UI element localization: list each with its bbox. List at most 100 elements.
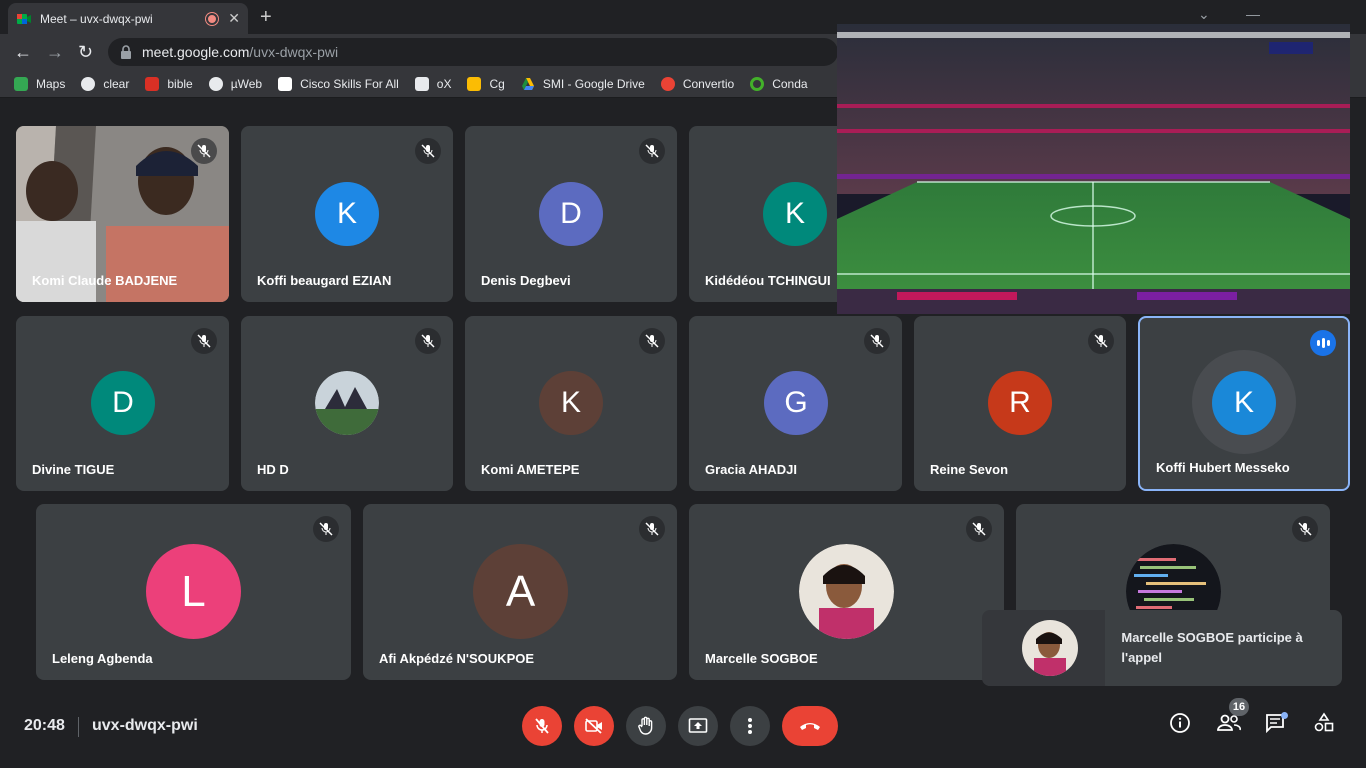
chat-notification-dot — [1281, 712, 1288, 719]
participant-tile[interactable]: R Reine Sevon — [914, 316, 1126, 491]
participant-tile[interactable]: K Koffi beaugard EZIAN — [241, 126, 453, 302]
participant-avatar: D — [91, 371, 155, 435]
mic-off-icon — [1292, 516, 1318, 542]
participant-tile[interactable]: K Komi AMETEPE — [465, 316, 677, 491]
participant-avatar: L — [146, 544, 241, 639]
speaking-indicator-icon — [1310, 330, 1336, 356]
participant-tile[interactable]: L Leleng Agbenda — [36, 504, 351, 680]
participant-name: Koffi Hubert Messeko — [1156, 460, 1290, 475]
mic-off-icon — [415, 138, 441, 164]
bible-icon — [145, 76, 160, 91]
mic-off-icon — [535, 718, 549, 734]
participant-avatar: D — [539, 182, 603, 246]
participant-tile[interactable]: Komi Claude BADJENE — [16, 126, 229, 302]
ox-icon — [414, 76, 429, 91]
present-icon — [688, 718, 708, 733]
participants-button[interactable] — [1216, 712, 1242, 739]
notification-image — [982, 610, 1106, 686]
bookmark-label: Conda — [772, 76, 808, 91]
participant-name: Koffi beaugard EZIAN — [257, 273, 392, 288]
lock-icon — [121, 45, 131, 59]
participant-photo-avatar — [315, 371, 379, 435]
bookmark-cg[interactable]: Cg — [467, 76, 505, 91]
bookmark-drive[interactable]: SMI - Google Drive — [521, 77, 645, 91]
bookmark-uweb[interactable]: µWeb — [208, 76, 263, 91]
participant-tile[interactable]: HD D — [241, 316, 453, 491]
forward-icon[interactable]: → — [46, 42, 64, 63]
bookmark-clear[interactable]: clear — [81, 76, 130, 91]
microphone-toggle-button[interactable] — [522, 706, 562, 746]
maps-icon — [14, 76, 28, 91]
present-screen-button[interactable] — [678, 706, 718, 746]
minimize-icon[interactable]: — — [1246, 6, 1260, 22]
meeting-control-bar: 20:48 uvx-dwqx-pwi — [0, 696, 1366, 768]
participant-name: Komi AMETEPE — [481, 462, 580, 477]
divider — [78, 717, 79, 737]
tab-title: Meet – uvx-dwqx-pwi — [40, 11, 153, 26]
url-host: meet.google.com — [142, 44, 250, 60]
participant-avatar: R — [988, 371, 1052, 435]
participant-tile[interactable]: Marcelle SOGBOE — [689, 504, 1004, 680]
participant-tile[interactable]: A Afi Akpédzé N'SOUKPOE — [363, 504, 677, 680]
convertio-icon — [660, 76, 675, 91]
participant-tile[interactable]: D Divine TIGUE — [16, 316, 229, 491]
bookmark-label: oX — [436, 76, 452, 91]
globe-icon — [81, 76, 96, 91]
bookmark-conda[interactable]: Conda — [750, 76, 808, 91]
participant-name: Kidédéou TCHINGUI — [705, 273, 831, 288]
mic-off-icon — [1088, 328, 1114, 354]
address-bar[interactable]: meet.google.com/uvx-dwqx-pwi — [108, 38, 838, 66]
notification-text: Marcelle SOGBOE participe à l'appel — [1121, 630, 1303, 665]
hand-icon — [638, 716, 653, 735]
bookmark-label: Convertio — [682, 76, 735, 91]
picture-in-picture-video[interactable] — [837, 24, 1350, 314]
participant-name: Reine Sevon — [930, 462, 1009, 477]
mic-off-icon — [313, 516, 339, 542]
mic-off-icon — [966, 516, 992, 542]
tab-meet[interactable]: Meet – uvx-dwqx-pwi ✕ — [8, 3, 248, 34]
meeting-details-button[interactable] — [1169, 712, 1191, 739]
bookmark-label: Cg — [489, 76, 505, 91]
bookmark-label: bible — [167, 76, 193, 91]
leave-call-button[interactable] — [782, 706, 838, 746]
bookmark-label: SMI - Google Drive — [542, 76, 645, 91]
bookmark-label: Maps — [36, 76, 66, 91]
participant-name: Marcelle SOGBOE — [705, 651, 818, 666]
meeting-code: uvx-dwqx-pwi — [92, 717, 198, 734]
activities-icon — [1314, 712, 1334, 732]
participant-tile[interactable]: G Gracia AHADJI — [689, 316, 902, 491]
bookmark-convertio[interactable]: Convertio — [660, 76, 735, 91]
bookmark-label: µWeb — [230, 76, 263, 91]
participant-name: Leleng Agbenda — [52, 651, 153, 666]
activities-button[interactable] — [1313, 712, 1335, 739]
google-drive-icon — [521, 77, 534, 90]
participant-avatar: K — [539, 371, 603, 435]
reload-icon[interactable]: ↻ — [78, 42, 93, 63]
camera-toggle-button[interactable] — [574, 706, 614, 746]
mic-off-icon — [639, 516, 665, 542]
bookmark-maps[interactable]: Maps — [14, 76, 66, 91]
tab-search-icon[interactable]: ⌄ — [1198, 6, 1210, 23]
participant-tile-speaking[interactable]: K Koffi Hubert Messeko — [1138, 316, 1350, 491]
mic-off-icon — [639, 328, 665, 354]
more-vert-icon — [748, 718, 752, 734]
bookmark-bible[interactable]: bible — [145, 76, 193, 91]
raise-hand-button[interactable] — [626, 706, 666, 746]
close-tab-icon[interactable]: ✕ — [228, 10, 240, 27]
url-path: /uvx-dwqx-pwi — [249, 44, 339, 60]
bookmark-label: Cisco Skills For All — [300, 76, 399, 91]
meeting-time: 20:48 — [24, 717, 65, 734]
participant-name: Afi Akpédzé N'SOUKPOE — [379, 651, 535, 666]
bookmark-label: clear — [103, 76, 130, 91]
participant-tile[interactable]: D Denis Degbevi — [465, 126, 677, 302]
bookmark-ox[interactable]: oX — [414, 76, 452, 91]
participant-name: Komi Claude BADJENE — [32, 273, 178, 288]
bookmark-cisco[interactable]: Cisco Skills For All — [278, 76, 399, 91]
participant-name: HD D — [257, 462, 289, 477]
meet-favicon-icon — [17, 13, 31, 24]
more-options-button[interactable] — [730, 706, 770, 746]
mic-off-icon — [639, 138, 665, 164]
back-icon[interactable]: ← — [14, 42, 32, 63]
new-tab-button[interactable]: + — [260, 6, 272, 29]
participant-avatar: K — [315, 182, 379, 246]
